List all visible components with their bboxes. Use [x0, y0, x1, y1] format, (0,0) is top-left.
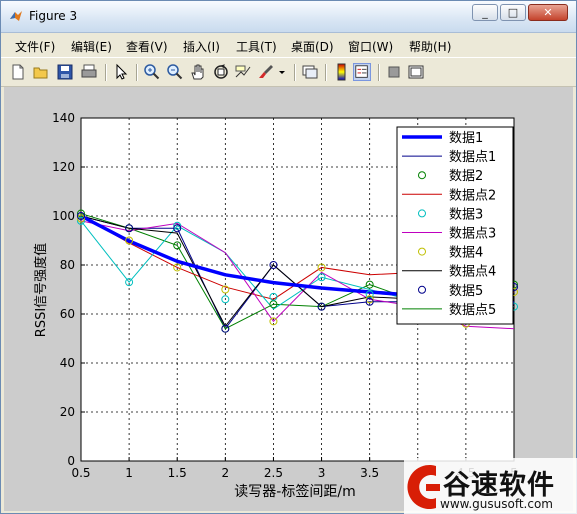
- legend-entry-label: 数据点3: [449, 227, 496, 242]
- y-tick-label: 100: [52, 209, 75, 223]
- y-tick-label: 120: [52, 160, 75, 174]
- plot-svg: 0.511.522.533.544.55020406080100120140 读…: [33, 111, 518, 500]
- legend-entry-label: 数据2: [449, 169, 483, 184]
- x-tick-label: 3: [318, 466, 326, 480]
- legend-entry-label: 数据1: [449, 131, 483, 146]
- legend-entry-label: 数据点1: [449, 150, 496, 165]
- x-tick-label: 2.5: [264, 466, 283, 480]
- legend-entry-label: 数据4: [449, 246, 483, 261]
- x-tick-label: 2: [222, 466, 230, 480]
- legend-entry-label: 数据点2: [449, 188, 496, 203]
- y-tick-label: 60: [60, 307, 75, 321]
- legend-entry-label: 数据点4: [449, 265, 496, 280]
- y-tick-label: 20: [60, 405, 75, 419]
- legend-entry-label: 数据点5: [449, 303, 496, 318]
- x-tick-label: 1: [125, 466, 133, 480]
- y-axis-label: RSSI信号强度值: [33, 243, 49, 337]
- legend[interactable]: 数据1 数据点1 数据2 数据点2 数据3 数据点3 数据4 数据点4 数据5 数据点5: [396, 126, 514, 325]
- legend-entry-label: 数据5: [449, 284, 483, 299]
- y-tick-label: 140: [52, 111, 75, 125]
- x-axis-label: 读写器-标签间距/m: [234, 483, 355, 500]
- x-tick-label: 0.5: [71, 466, 90, 480]
- y-tick-label: 80: [60, 258, 75, 272]
- y-tick-label: 40: [60, 356, 75, 370]
- watermark-url: www.gususoft.com: [440, 497, 553, 511]
- x-tick-label: 3.5: [360, 466, 379, 480]
- y-tick-label: 0: [67, 454, 75, 468]
- x-tick-label: 1.5: [168, 466, 187, 480]
- legend-entry-label: 数据3: [449, 207, 483, 222]
